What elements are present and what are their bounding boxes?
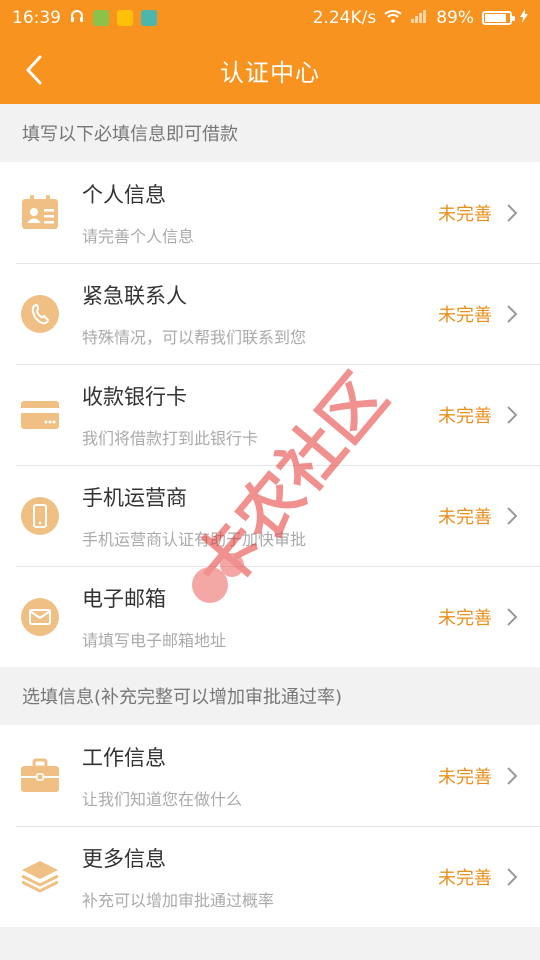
page-title: 认证中心 bbox=[220, 58, 320, 87]
item-subtitle: 我们将借款打到此银行卡 bbox=[82, 428, 259, 448]
chevron-right-icon bbox=[506, 506, 520, 526]
status-time: 16:39 bbox=[12, 8, 61, 28]
list-item-emergency-contact[interactable]: 紧急联系人 特殊情况，可以帮我们联系到您 未完善 bbox=[0, 263, 540, 364]
battery-percent: 89% bbox=[436, 8, 474, 28]
scan-icon bbox=[141, 10, 157, 26]
list-item-bank-card[interactable]: 收款银行卡 我们将借款打到此银行卡 未完善 bbox=[0, 364, 540, 465]
bank-card-icon bbox=[20, 395, 60, 435]
status-label: 未完善 bbox=[438, 766, 492, 788]
optional-section-header: 选填信息(补充完整可以增加审批通过率) bbox=[22, 687, 343, 708]
signal-icon bbox=[410, 8, 428, 28]
navigation-bar: 认证中心 bbox=[0, 36, 540, 104]
item-subtitle: 手机运营商认证有助于加快审批 bbox=[82, 529, 307, 549]
layers-icon bbox=[20, 857, 60, 897]
list-item-work-info[interactable]: 工作信息 让我们知道您在做什么 未完善 bbox=[0, 725, 540, 826]
chevron-right-icon bbox=[506, 304, 520, 324]
list-item-mobile-operator[interactable]: 手机运营商 手机运营商认证有助于加快审批 未完善 bbox=[0, 465, 540, 566]
status-label: 未完善 bbox=[438, 506, 492, 528]
item-title: 手机运营商 bbox=[82, 485, 187, 510]
optional-list: 工作信息 让我们知道您在做什么 未完善 更多信息 补充可以增加审批通过概率 未完… bbox=[0, 725, 540, 927]
briefcase-icon bbox=[20, 756, 60, 796]
status-label: 未完善 bbox=[438, 607, 492, 629]
mobile-phone-icon bbox=[20, 496, 60, 536]
phone-handset-icon bbox=[20, 294, 60, 334]
chevron-right-icon bbox=[506, 766, 520, 786]
network-speed: 2.24K/s bbox=[312, 8, 377, 28]
item-subtitle: 让我们知道您在做什么 bbox=[82, 789, 243, 809]
chevron-right-icon bbox=[506, 405, 520, 425]
id-card-icon bbox=[20, 193, 60, 233]
chevron-right-icon bbox=[506, 607, 520, 627]
required-section-header: 填写以下必填信息即可借款 bbox=[22, 124, 238, 145]
back-button[interactable] bbox=[18, 54, 50, 86]
charging-icon bbox=[520, 8, 528, 28]
item-title: 电子邮箱 bbox=[82, 586, 166, 611]
status-label: 未完善 bbox=[438, 405, 492, 427]
item-subtitle: 补充可以增加审批通过概率 bbox=[82, 890, 275, 910]
list-item-email[interactable]: 电子邮箱 请填写电子邮箱地址 未完善 bbox=[0, 566, 540, 667]
chevron-left-icon bbox=[26, 55, 42, 85]
item-subtitle: 请完善个人信息 bbox=[82, 226, 195, 246]
item-title: 工作信息 bbox=[82, 745, 166, 770]
item-title: 更多信息 bbox=[82, 846, 166, 871]
status-label: 未完善 bbox=[438, 304, 492, 326]
mail-icon bbox=[20, 597, 60, 637]
app-notification-icon bbox=[117, 10, 133, 26]
status-label: 未完善 bbox=[438, 867, 492, 889]
battery-icon bbox=[482, 11, 515, 25]
app-notification-icon bbox=[93, 10, 109, 26]
bottom-spacer bbox=[0, 927, 540, 959]
chevron-right-icon bbox=[506, 203, 520, 223]
list-item-personal-info[interactable]: 个人信息 请完善个人信息 未完善 bbox=[0, 162, 540, 263]
chevron-right-icon bbox=[506, 867, 520, 887]
required-list: 个人信息 请完善个人信息 未完善 紧急联系人 特殊情况，可以帮我们联系到您 未完… bbox=[0, 162, 540, 667]
item-subtitle: 特殊情况，可以帮我们联系到您 bbox=[82, 327, 307, 347]
wifi-icon bbox=[384, 8, 402, 28]
item-title: 个人信息 bbox=[82, 182, 166, 207]
status-label: 未完善 bbox=[438, 203, 492, 225]
status-bar: 16:39 2.24K/s 89% bbox=[0, 0, 540, 36]
item-subtitle: 请填写电子邮箱地址 bbox=[82, 630, 227, 650]
item-title: 收款银行卡 bbox=[82, 384, 187, 409]
headset-icon bbox=[69, 8, 85, 29]
list-item-more-info[interactable]: 更多信息 补充可以增加审批通过概率 未完善 bbox=[0, 826, 540, 927]
item-title: 紧急联系人 bbox=[82, 283, 187, 308]
